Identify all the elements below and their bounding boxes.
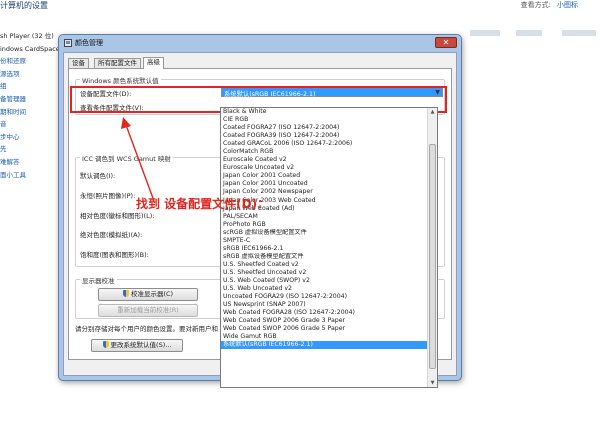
- display-calibration-title: 显示器校准: [80, 275, 117, 285]
- reload-calibration-button[interactable]: 重新加载当前校准(R): [98, 304, 198, 317]
- dropdown-option[interactable]: U.S. Sheetfed Uncoated v2: [221, 269, 427, 277]
- dropdown-option[interactable]: Euroscale Coated v2: [221, 156, 427, 164]
- dropdown-option[interactable]: Web Coated FOGRA28 (ISO 12647-2:2004): [221, 309, 427, 317]
- dropdown-option[interactable]: sRGB 虚拟设备模型配置文件: [221, 253, 427, 261]
- view-by-control[interactable]: 查看方式: 小图标: [521, 0, 578, 10]
- dropdown-option-selected[interactable]: 系统默认(sRGB IEC61966-2.1): [221, 341, 427, 350]
- control-panel-item[interactable]: 源选项: [0, 68, 58, 81]
- dropdown-option[interactable]: Coated FOGRA39 (ISO 12647-2:2004): [221, 132, 427, 140]
- dropdown-option[interactable]: Black & White: [221, 108, 427, 116]
- dropdown-option[interactable]: ColorMatch RGB: [221, 148, 427, 156]
- annotation-arrow-icon: [121, 117, 155, 202]
- dropdown-option[interactable]: Web Coated SWOP 2006 Grade 3 Paper: [221, 317, 427, 325]
- calibrate-display-button[interactable]: 校准显示器(C): [98, 288, 198, 301]
- control-panel-item[interactable]: 先: [0, 143, 58, 156]
- view-by-link[interactable]: 小图标: [557, 1, 578, 9]
- default-rendering-label: 默认调色(I):: [80, 172, 116, 180]
- control-panel-item[interactable]: 备管理器: [0, 93, 58, 106]
- control-panel-item[interactable]: 组: [0, 80, 58, 93]
- background-blurred-items: [470, 30, 600, 36]
- dropdown-option[interactable]: Uncoated FOGRA29 (ISO 12647-2:2004): [221, 293, 427, 301]
- shield-icon: [102, 341, 109, 348]
- control-panel-item[interactable]: 步中心: [0, 131, 58, 144]
- absolute-colorimetric-label: 绝对色度(模拟纸)(A):: [80, 231, 143, 239]
- control-panel-header: [0, 0, 600, 14]
- close-button[interactable]: ✕: [435, 37, 457, 48]
- dialog-title: 颜色管理: [75, 39, 103, 47]
- control-panel-title: 计算机的设置: [0, 1, 48, 10]
- dropdown-option[interactable]: Coated GRACoL 2006 (ISO 12647-2:2006): [221, 140, 427, 148]
- calibrate-display-label: 校准显示器(C): [130, 290, 174, 298]
- dropdown-option[interactable]: U.S. Web Coated (SWOP) v2: [221, 277, 427, 285]
- dropdown-option[interactable]: ProPhoto RGB: [221, 221, 427, 229]
- dropdown-option[interactable]: US Newsprint (SNAP 2007): [221, 301, 427, 309]
- dropdown-option[interactable]: Web Coated SWOP 2006 Grade 5 Paper: [221, 325, 427, 333]
- control-panel-item-list: sh Player (32 位) indows CardSpace 份和还原 源选项组…: [0, 30, 58, 181]
- dropdown-option[interactable]: scRGB 虚拟设备模型配置文件: [221, 229, 427, 237]
- dropdown-option[interactable]: sRGB IEC61966-2.1: [221, 245, 427, 253]
- dropdown-option[interactable]: Japan Color 2001 Uncoated: [221, 180, 427, 188]
- dropdown-option[interactable]: SMPTE-C: [221, 237, 427, 245]
- dropdown-option[interactable]: PAL/SECAM: [221, 213, 427, 221]
- control-panel-item[interactable]: 难解答: [0, 156, 58, 169]
- dropdown-option[interactable]: Japan Color 2001 Coated: [221, 172, 427, 180]
- reload-calibration-label: 重新加载当前校准(R): [117, 306, 179, 314]
- change-system-defaults-button[interactable]: 更改系统默认值(S)...: [91, 339, 183, 352]
- control-panel-item[interactable]: indows CardSpace: [0, 43, 58, 56]
- control-panel-item[interactable]: 音: [0, 118, 58, 131]
- scroll-down-icon[interactable]: ▼: [428, 379, 437, 387]
- control-panel-item[interactable]: 面小工具: [0, 169, 58, 182]
- dropdown-scrollbar[interactable]: ▲ ▼: [427, 108, 437, 387]
- annotation-text: 找到 设备配置文件(D)：: [136, 197, 270, 211]
- per-user-settings-note: 请分别存储对每个用户的颜色设置。要对新用户和: [75, 325, 218, 333]
- change-system-defaults-label: 更改系统默认值(S)...: [110, 341, 172, 349]
- dropdown-option[interactable]: U.S. Sheetfed Coated v2: [221, 261, 427, 269]
- dropdown-option[interactable]: U.S. Web Uncoated v2: [221, 285, 427, 293]
- control-panel-item[interactable]: 份和还原: [0, 55, 58, 68]
- tab-advanced[interactable]: 高级: [143, 57, 164, 69]
- tab-devices[interactable]: 设备: [68, 58, 89, 68]
- dropdown-option[interactable]: CIE RGB: [221, 116, 427, 124]
- tab-all-profiles[interactable]: 所有配置文件: [94, 58, 141, 68]
- dropdown-option[interactable]: Euroscale Uncoated v2: [221, 164, 427, 172]
- dropdown-option[interactable]: Wide Gamut RGB: [221, 333, 427, 341]
- view-by-label: 查看方式:: [520, 1, 551, 9]
- control-panel-item[interactable]: sh Player (32 位): [0, 30, 58, 43]
- wcs-defaults-title: Windows 颜色系统默认值: [80, 75, 161, 85]
- scrollbar-thumb[interactable]: [429, 144, 436, 369]
- scroll-up-icon[interactable]: ▲: [428, 108, 437, 116]
- dropdown-option[interactable]: Coated FOGRA27 (ISO 12647-2:2004): [221, 124, 427, 132]
- shield-icon: [122, 290, 129, 297]
- control-panel-item[interactable]: 期和时间: [0, 106, 58, 119]
- saturation-label: 饱和度(图表和图形)(B):: [80, 251, 149, 259]
- device-profile-dropdown-list[interactable]: Black & White CIE RGB Coated FOGRA27 (ISO …: [220, 107, 438, 388]
- color-management-icon: [64, 39, 72, 47]
